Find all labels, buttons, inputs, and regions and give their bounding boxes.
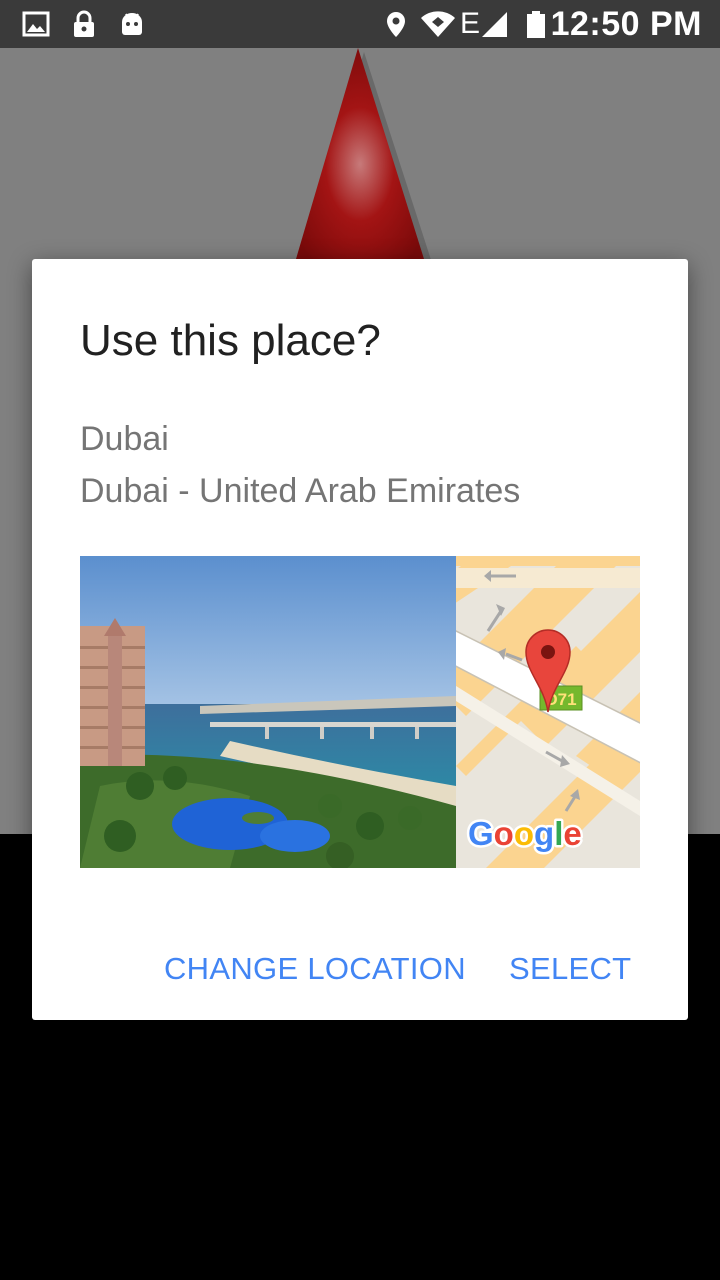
wifi-icon — [421, 11, 455, 37]
use-place-dialog: Use this place? Dubai Dubai - United Ara… — [32, 259, 688, 1020]
network-type-label: E — [460, 7, 481, 40]
android-icon — [122, 13, 142, 35]
change-location-button[interactable]: CHANGE LOCATION — [164, 947, 466, 991]
signal-icon — [482, 12, 507, 37]
select-button[interactable]: SELECT — [509, 947, 631, 991]
place-address: Dubai - United Arab Emirates — [80, 472, 521, 510]
location-map: D71 Google Google — [456, 556, 640, 868]
svg-text:Google: Google — [468, 815, 582, 852]
lock-icon — [74, 10, 94, 37]
dialog-title: Use this place? — [80, 316, 381, 365]
image-icon — [22, 11, 50, 37]
place-photo — [80, 556, 456, 868]
location-icon — [387, 12, 405, 37]
place-name: Dubai — [80, 420, 169, 458]
place-preview: D71 Google Google — [80, 556, 640, 868]
google-logo: Google Google — [466, 813, 585, 855]
battery-icon — [527, 11, 545, 38]
status-time: 12:50 PM — [550, 5, 702, 43]
status-bar: E 12:50 PM — [0, 0, 720, 48]
